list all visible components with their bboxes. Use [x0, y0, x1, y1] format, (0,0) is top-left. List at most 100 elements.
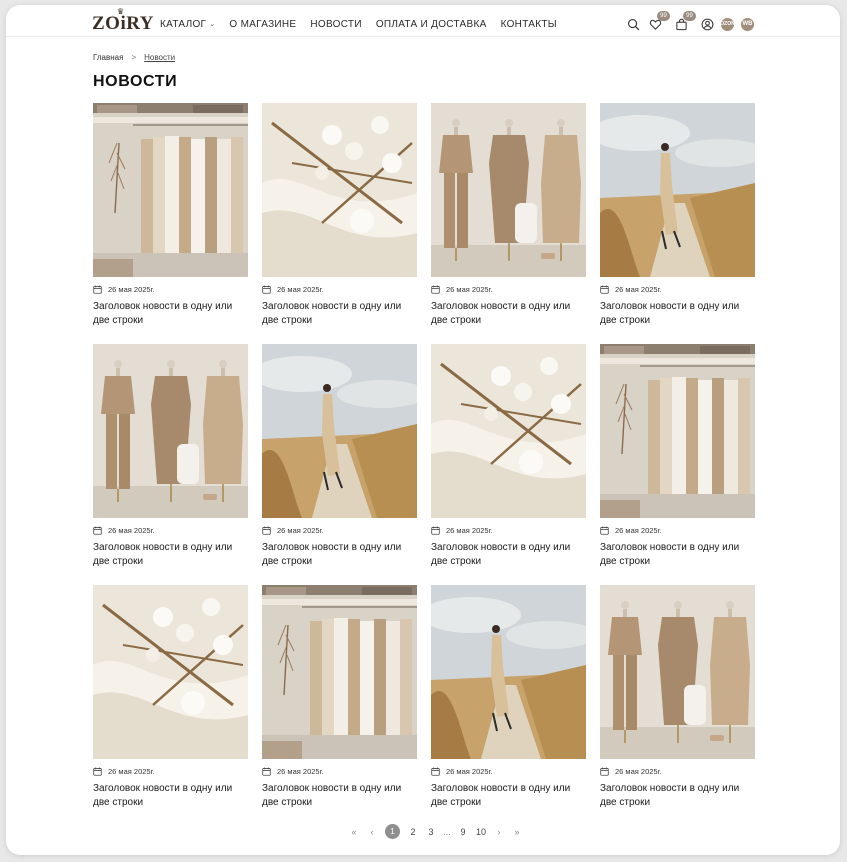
news-title[interactable]: Заголовок новости в одну или две строки [600, 300, 755, 328]
news-date-row: 26 мая 2025г. [93, 525, 248, 535]
news-date-row: 26 мая 2025г. [600, 525, 755, 535]
news-date: 26 мая 2025г. [277, 284, 324, 294]
news-title[interactable]: Заголовок новости в одну или две строки [262, 300, 417, 328]
news-card[interactable]: 26 мая 2025г. Заголовок новости в одну и… [431, 103, 586, 329]
calendar-icon [93, 526, 102, 535]
pagination-ellipsis: ... [443, 826, 451, 837]
news-image[interactable] [262, 344, 417, 518]
news-title[interactable]: Заголовок новости в одну или две строки [431, 300, 586, 328]
news-date-row: 26 мая 2025г. [262, 284, 417, 294]
page-button[interactable]: 10 [476, 825, 486, 839]
nav-item-catalog[interactable]: КАТАЛОГ ⌄ [160, 18, 215, 32]
breadcrumb: Главная > Новости [93, 53, 175, 62]
news-card[interactable]: 26 мая 2025г. Заголовок новости в одну и… [600, 585, 755, 811]
pagination: « ‹ 1 2 3 ... 9 10 › » [345, 824, 526, 839]
news-date: 26 мая 2025г. [446, 525, 493, 535]
news-date-row: 26 мая 2025г. [431, 766, 586, 776]
nav-item-about[interactable]: О МАГАЗИНЕ [229, 18, 296, 32]
favorites-badge: 99 [657, 11, 670, 21]
news-card[interactable]: 26 мая 2025г. Заголовок новости в одну и… [600, 344, 755, 570]
page-button[interactable]: 2 [408, 825, 418, 839]
news-date-row: 26 мая 2025г. [431, 284, 586, 294]
news-date-row: 26 мая 2025г. [600, 284, 755, 294]
page-button[interactable]: 3 [426, 825, 436, 839]
calendar-icon [431, 767, 440, 776]
nav-item-label: КАТАЛОГ [160, 19, 207, 30]
news-image[interactable] [93, 585, 248, 759]
news-title[interactable]: Заголовок новости в одну или две строки [431, 541, 586, 569]
calendar-icon [262, 526, 271, 535]
prev-page-button[interactable]: ‹ [367, 825, 377, 839]
user-icon[interactable] [700, 17, 714, 31]
news-date: 26 мая 2025г. [277, 766, 324, 776]
breadcrumb-separator: > [131, 53, 137, 62]
search-icon[interactable] [626, 17, 640, 31]
news-date-row: 26 мая 2025г. [93, 766, 248, 776]
news-date-row: 26 мая 2025г. [262, 766, 417, 776]
news-card[interactable]: 26 мая 2025г. Заголовок новости в одну и… [93, 103, 248, 329]
site-logo[interactable]: ZOiRY [92, 13, 154, 35]
nav-item-news[interactable]: НОВОСТИ [310, 18, 361, 32]
news-title[interactable]: Заголовок новости в одну или две строки [600, 782, 755, 810]
calendar-icon [600, 767, 609, 776]
calendar-icon [262, 767, 271, 776]
news-date: 26 мая 2025г. [446, 766, 493, 776]
news-date: 26 мая 2025г. [108, 766, 155, 776]
news-date: 26 мая 2025г. [615, 766, 662, 776]
news-title[interactable]: Заголовок новости в одну или две строки [431, 782, 586, 810]
news-date: 26 мая 2025г. [446, 284, 493, 294]
nav-item-delivery[interactable]: ОПЛАТА И ДОСТАВКА [376, 18, 487, 32]
news-card[interactable]: 26 мая 2025г. Заголовок новости в одну и… [262, 103, 417, 329]
news-image[interactable] [431, 344, 586, 518]
last-page-button[interactable]: » [512, 825, 522, 839]
site-header: ♛ ZOiRY КАТАЛОГ ⌄ О МАГАЗИНЕ НОВОСТИ ОПЛ… [6, 5, 840, 37]
news-image[interactable] [93, 344, 248, 518]
next-page-button[interactable]: › [494, 825, 504, 839]
favorites-button[interactable]: 99 [648, 11, 670, 31]
breadcrumb-home[interactable]: Главная [93, 53, 123, 62]
news-card[interactable]: 26 мая 2025г. Заголовок новости в одну и… [431, 585, 586, 811]
news-date-row: 26 мая 2025г. [93, 284, 248, 294]
nav-item-contacts[interactable]: КОНТАКТЫ [501, 18, 557, 32]
news-title[interactable]: Заголовок новости в одну или две строки [93, 541, 248, 569]
news-card[interactable]: 26 мая 2025г. Заголовок новости в одну и… [262, 585, 417, 811]
news-date: 26 мая 2025г. [108, 525, 155, 535]
news-title[interactable]: Заголовок новости в одну или две строки [262, 541, 417, 569]
news-date-row: 26 мая 2025г. [600, 766, 755, 776]
news-image[interactable] [600, 344, 755, 518]
news-title[interactable]: Заголовок новости в одну или две строки [93, 782, 248, 810]
calendar-icon [93, 767, 102, 776]
news-image[interactable] [431, 103, 586, 277]
cart-badge: 99 [683, 11, 696, 21]
news-card[interactable]: 26 мая 2025г. Заголовок новости в одну и… [600, 103, 755, 329]
news-date: 26 мая 2025г. [615, 525, 662, 535]
first-page-button[interactable]: « [349, 825, 359, 839]
news-image[interactable] [93, 103, 248, 277]
news-image[interactable] [600, 103, 755, 277]
news-date-row: 26 мая 2025г. [431, 525, 586, 535]
news-card[interactable]: 26 мая 2025г. Заголовок новости в одну и… [431, 344, 586, 570]
cart-button[interactable]: 99 [674, 11, 696, 31]
news-title[interactable]: Заголовок новости в одну или две строки [262, 782, 417, 810]
breadcrumb-current[interactable]: Новости [144, 53, 175, 62]
news-date: 26 мая 2025г. [615, 284, 662, 294]
ozon-link[interactable]: OZON [720, 17, 735, 31]
chevron-down-icon: ⌄ [209, 21, 216, 28]
calendar-icon [93, 285, 102, 294]
wildberries-link[interactable]: WB [741, 17, 754, 31]
news-title[interactable]: Заголовок новости в одну или две строки [93, 300, 248, 328]
calendar-icon [262, 285, 271, 294]
news-date-row: 26 мая 2025г. [262, 525, 417, 535]
news-image[interactable] [262, 103, 417, 277]
news-image[interactable] [431, 585, 586, 759]
page-button[interactable]: 9 [458, 825, 468, 839]
news-card[interactable]: 26 мая 2025г. Заголовок новости в одну и… [93, 344, 248, 570]
news-title[interactable]: Заголовок новости в одну или две строки [600, 541, 755, 569]
news-card[interactable]: 26 мая 2025г. Заголовок новости в одну и… [262, 344, 417, 570]
page-button-current[interactable]: 1 [385, 824, 400, 839]
calendar-icon [600, 526, 609, 535]
news-image[interactable] [262, 585, 417, 759]
news-card[interactable]: 26 мая 2025г. Заголовок новости в одну и… [93, 585, 248, 811]
page-frame: ♛ ZOiRY КАТАЛОГ ⌄ О МАГАЗИНЕ НОВОСТИ ОПЛ… [6, 5, 840, 855]
news-image[interactable] [600, 585, 755, 759]
